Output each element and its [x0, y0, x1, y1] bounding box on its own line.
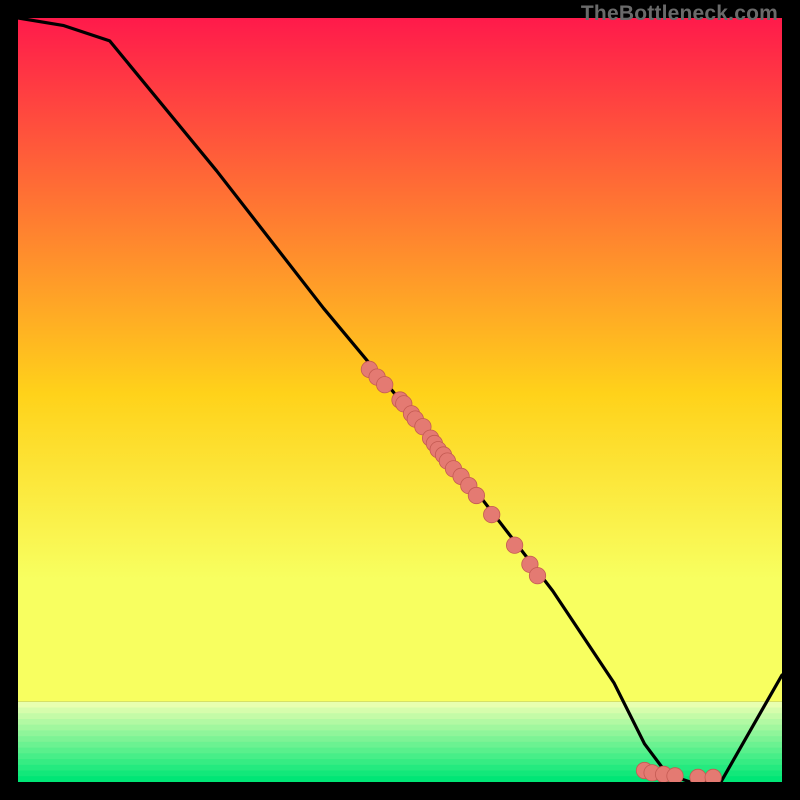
data-point	[484, 506, 500, 522]
data-point	[705, 769, 721, 782]
data-point	[377, 377, 393, 393]
plot-svg	[18, 18, 782, 782]
data-point	[506, 537, 522, 553]
chart-frame: TheBottleneck.com	[0, 0, 800, 800]
plot-area	[18, 18, 782, 782]
watermark-label: TheBottleneck.com	[581, 2, 778, 26]
data-point	[690, 769, 706, 782]
data-point	[529, 568, 545, 584]
data-point	[468, 487, 484, 503]
data-point	[667, 768, 683, 782]
